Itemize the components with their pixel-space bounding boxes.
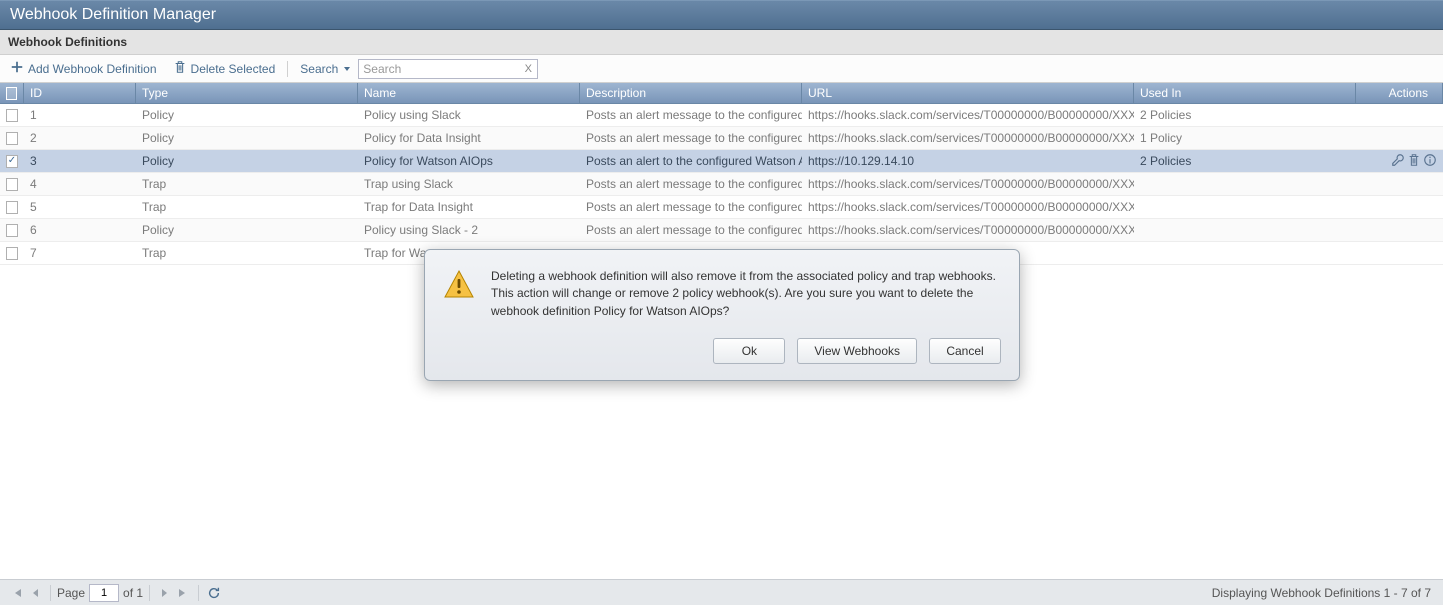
cell-used-in: 2 Policies bbox=[1134, 108, 1356, 122]
column-type[interactable]: Type bbox=[136, 83, 358, 103]
first-page-button[interactable] bbox=[8, 584, 26, 602]
cell-description: Posts an alert message to the configured… bbox=[580, 131, 802, 145]
grid-column-headers: ID Type Name Description URL Used In Act… bbox=[0, 83, 1443, 104]
row-checkbox[interactable] bbox=[6, 132, 18, 145]
row-checkbox[interactable] bbox=[6, 155, 18, 168]
cell-description: Posts an alert message to the configured… bbox=[580, 223, 802, 237]
column-name[interactable]: Name bbox=[358, 83, 580, 103]
cell-used-in: 1 Policy bbox=[1134, 131, 1356, 145]
row-checkbox[interactable] bbox=[6, 109, 18, 122]
cell-description: Posts an alert message to the configured… bbox=[580, 177, 802, 191]
cell-id: 3 bbox=[24, 154, 136, 168]
cell-url: https://hooks.slack.com/services/T000000… bbox=[802, 177, 1134, 191]
cell-description: Posts an alert message to the configured… bbox=[580, 108, 802, 122]
paging-status: Displaying Webhook Definitions 1 - 7 of … bbox=[1212, 586, 1431, 600]
search-label: Search bbox=[300, 62, 338, 76]
row-checkbox[interactable] bbox=[6, 247, 18, 260]
cell-id: 5 bbox=[24, 200, 136, 214]
warning-icon bbox=[443, 268, 475, 320]
prev-page-button[interactable] bbox=[26, 584, 44, 602]
cell-actions bbox=[1356, 153, 1443, 170]
add-label: Add Webhook Definition bbox=[28, 62, 157, 76]
table-row[interactable]: 5TrapTrap for Data InsightPosts an alert… bbox=[0, 196, 1443, 219]
column-url[interactable]: URL bbox=[802, 83, 1134, 103]
toolbar: Add Webhook Definition Delete Selected S… bbox=[0, 55, 1443, 83]
cell-type: Policy bbox=[136, 223, 358, 237]
cell-name: Trap for Data Insight bbox=[358, 200, 580, 214]
column-checkbox[interactable] bbox=[0, 83, 24, 103]
grid-body: 1PolicyPolicy using SlackPosts an alert … bbox=[0, 104, 1443, 265]
view-webhooks-button[interactable]: View Webhooks bbox=[797, 338, 917, 364]
table-row[interactable]: 4TrapTrap using SlackPosts an alert mess… bbox=[0, 173, 1443, 196]
search-input[interactable] bbox=[358, 59, 538, 79]
cell-name: Policy for Data Insight bbox=[358, 131, 580, 145]
table-row[interactable]: 2PolicyPolicy for Data InsightPosts an a… bbox=[0, 127, 1443, 150]
cell-id: 6 bbox=[24, 223, 136, 237]
confirm-delete-dialog: Deleting a webhook definition will also … bbox=[424, 249, 1020, 381]
search-clear-button[interactable]: X bbox=[520, 61, 536, 77]
edit-icon[interactable] bbox=[1391, 153, 1405, 170]
row-checkbox[interactable] bbox=[6, 201, 18, 214]
table-row[interactable]: 3PolicyPolicy for Watson AIOpsPosts an a… bbox=[0, 150, 1443, 173]
cell-url: https://10.129.14.10 bbox=[802, 154, 1134, 168]
add-webhook-button[interactable]: Add Webhook Definition bbox=[6, 58, 161, 79]
cell-type: Policy bbox=[136, 131, 358, 145]
last-page-button[interactable] bbox=[174, 584, 192, 602]
page-number-input[interactable] bbox=[89, 584, 119, 602]
cell-name: Policy using Slack bbox=[358, 108, 580, 122]
cell-name: Policy for Watson AIOps bbox=[358, 154, 580, 168]
section-header: Webhook Definitions bbox=[0, 30, 1443, 55]
cell-id: 4 bbox=[24, 177, 136, 191]
cell-type: Policy bbox=[136, 108, 358, 122]
chevron-down-icon bbox=[344, 67, 350, 71]
plus-icon bbox=[10, 60, 24, 77]
column-used-in[interactable]: Used In bbox=[1134, 83, 1356, 103]
column-id[interactable]: ID bbox=[24, 83, 136, 103]
select-all-checkbox[interactable] bbox=[6, 87, 17, 100]
dialog-message: Deleting a webhook definition will also … bbox=[491, 268, 1001, 320]
table-row[interactable]: 1PolicyPolicy using SlackPosts an alert … bbox=[0, 104, 1443, 127]
of-pages-label: of 1 bbox=[123, 586, 143, 600]
cell-url: https://hooks.slack.com/services/T000000… bbox=[802, 223, 1134, 237]
cell-type: Trap bbox=[136, 177, 358, 191]
trash-icon bbox=[173, 60, 187, 77]
paging-bar: Page of 1 Displaying Webhook Definitions… bbox=[0, 579, 1443, 605]
section-title: Webhook Definitions bbox=[8, 35, 127, 49]
cell-url: https://hooks.slack.com/services/T000000… bbox=[802, 108, 1134, 122]
cell-id: 7 bbox=[24, 246, 136, 260]
cell-type: Trap bbox=[136, 246, 358, 260]
cell-description: Posts an alert message to the configured… bbox=[580, 200, 802, 214]
next-page-button[interactable] bbox=[156, 584, 174, 602]
cell-type: Policy bbox=[136, 154, 358, 168]
row-checkbox[interactable] bbox=[6, 224, 18, 237]
cell-name: Trap using Slack bbox=[358, 177, 580, 191]
table-row[interactable]: 6PolicyPolicy using Slack - 2Posts an al… bbox=[0, 219, 1443, 242]
cell-id: 1 bbox=[24, 108, 136, 122]
cell-url: https://hooks.slack.com/services/T000000… bbox=[802, 131, 1134, 145]
cancel-button[interactable]: Cancel bbox=[929, 338, 1001, 364]
delete-selected-button[interactable]: Delete Selected bbox=[169, 58, 280, 79]
cell-id: 2 bbox=[24, 131, 136, 145]
page-label: Page bbox=[57, 586, 85, 600]
cell-description: Posts an alert to the configured Watson … bbox=[580, 154, 802, 168]
search-dropdown[interactable]: Search bbox=[296, 62, 350, 76]
cell-used-in: 2 Policies bbox=[1134, 154, 1356, 168]
delete-icon[interactable] bbox=[1407, 153, 1421, 170]
refresh-button[interactable] bbox=[205, 584, 223, 602]
page-title: Webhook Definition Manager bbox=[10, 6, 216, 24]
cell-name: Policy using Slack - 2 bbox=[358, 223, 580, 237]
info-icon[interactable] bbox=[1423, 153, 1437, 170]
column-description[interactable]: Description bbox=[580, 83, 802, 103]
delete-label: Delete Selected bbox=[191, 62, 276, 76]
ok-button[interactable]: Ok bbox=[713, 338, 785, 364]
cell-type: Trap bbox=[136, 200, 358, 214]
cell-url: https://hooks.slack.com/services/T000000… bbox=[802, 200, 1134, 214]
titlebar: Webhook Definition Manager bbox=[0, 0, 1443, 30]
row-checkbox[interactable] bbox=[6, 178, 18, 191]
column-actions: Actions bbox=[1356, 83, 1443, 103]
